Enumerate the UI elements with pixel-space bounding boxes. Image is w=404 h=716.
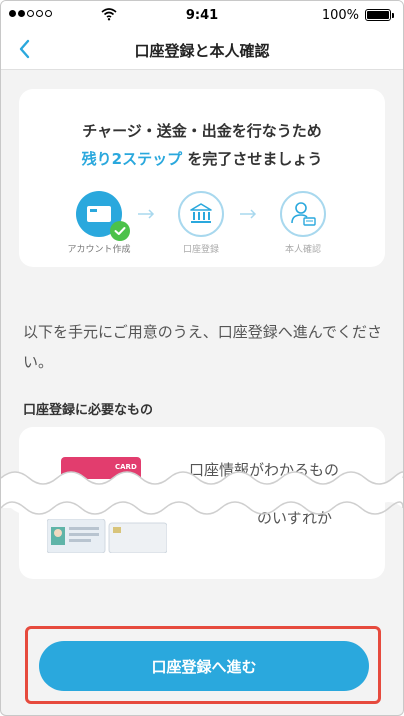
battery-tip	[392, 13, 394, 18]
step-identity-verification: 本人確認	[263, 191, 343, 255]
page-title: 口座登録と本人確認	[134, 42, 270, 60]
battery-icon	[365, 9, 391, 21]
step-label: アカウント作成	[67, 245, 131, 255]
headline-line2: 残り2ステップ を完了させましょう	[19, 145, 385, 173]
progress-headline: チャージ・送金・出金を行なうため 残り2ステップ を完了させましょう	[19, 117, 385, 173]
nav-bar: 口座登録と本人確認	[1, 29, 403, 70]
battery-percent: 100%	[321, 8, 359, 23]
step-account-creation: アカウント作成	[59, 191, 139, 255]
step-bank-registration: 口座登録	[161, 191, 241, 255]
intro-text: 以下を手元にご用意のうえ、口座登録へ進んでください。	[23, 323, 382, 371]
proceed-to-bank-registration-button[interactable]: 口座登録へ進む	[39, 641, 369, 691]
remaining-steps-text: 残り2ステップ	[81, 150, 183, 168]
bank-icon	[178, 191, 224, 237]
phone-frame: 9:41 100% 口座登録と本人確認 チャージ・送金・出金を行なうため 残り2…	[0, 0, 404, 716]
headline-line1: チャージ・送金・出金を行なうため	[82, 122, 322, 140]
step-label: 本人確認	[284, 245, 321, 255]
requirements-title: 口座登録に必要なもの	[23, 403, 154, 418]
arrow-right-icon	[240, 209, 257, 219]
status-bar: 9:41 100%	[1, 1, 403, 29]
step-label: 口座登録	[182, 245, 219, 255]
headline-line2-rest: を完了させましょう	[182, 150, 323, 168]
progress-card: チャージ・送金・出金を行なうため 残り2ステップ を完了させましょう アカウント…	[19, 89, 385, 267]
step-indicator: アカウント作成 口座登録 本人確認	[67, 191, 326, 261]
check-icon	[110, 221, 130, 241]
account-card-icon	[76, 191, 130, 241]
id-person-icon	[280, 191, 326, 237]
arrow-right-icon	[138, 209, 155, 219]
torn-edge-divider	[1, 471, 403, 515]
